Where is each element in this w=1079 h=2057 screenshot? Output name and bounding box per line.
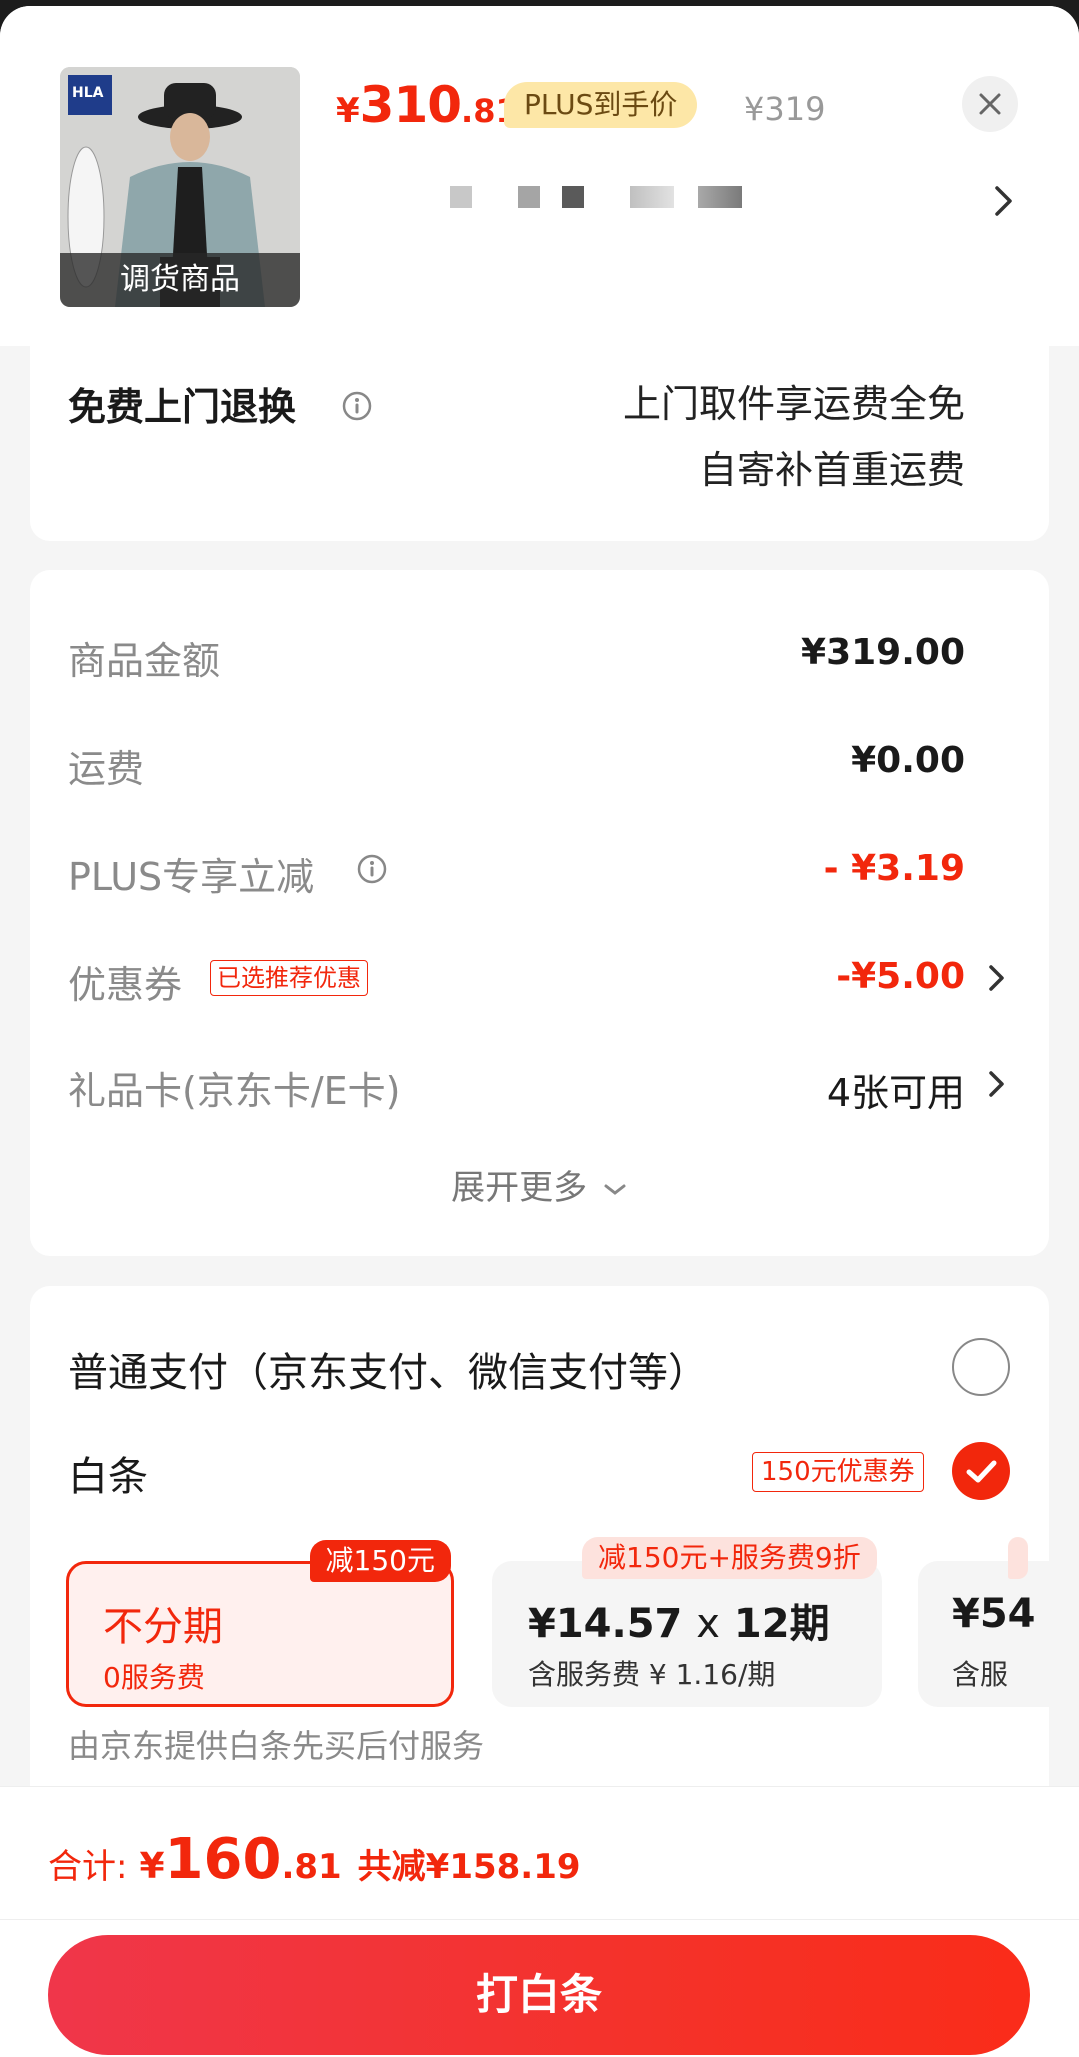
- return-line-1: 上门取件享运费全免: [622, 382, 965, 426]
- baitiao-radio-checked[interactable]: [952, 1442, 1010, 1500]
- chevron-down-icon: [604, 1184, 626, 1195]
- current-price: ¥ 310 .81: [336, 76, 518, 136]
- info-icon[interactable]: [342, 391, 372, 421]
- baitiao-label: 白条: [68, 1454, 148, 1500]
- order-confirm-sheet: HLA 调货商品 ¥ 310 .81 PLUS到手价 ¥319 免费上门退换 上…: [0, 6, 1079, 2057]
- spec-blur-block: [518, 186, 540, 208]
- brand-logo-text: HLA: [72, 85, 104, 101]
- spec-blur-block: [450, 186, 472, 208]
- shipping-value: ¥0.00: [851, 740, 965, 781]
- spec-blur-block: [630, 186, 674, 208]
- expand-more-button[interactable]: 展开更多: [30, 1160, 1049, 1209]
- total-currency: ¥: [139, 1846, 165, 1887]
- normal-payment-radio[interactable]: [952, 1338, 1010, 1396]
- giftcard-label: 礼品卡(京东卡/E卡): [68, 1069, 401, 1113]
- divider: [0, 1919, 1079, 1920]
- check-icon: [966, 1460, 997, 1483]
- plan-discount-badge: 减150元+服务费9折: [582, 1537, 877, 1579]
- plus-discount-label: PLUS专享立减: [68, 855, 315, 899]
- plan-times-sign: x: [696, 1601, 720, 1647]
- plan-title: ¥54: [952, 1591, 1036, 1637]
- amount-breakdown-card: 商品金额 ¥319.00 运费 ¥0.00 PLUS专享立减 - ¥3.19 优…: [30, 570, 1049, 1256]
- goods-amount-value: ¥319.00: [801, 632, 965, 673]
- installment-plan-more[interactable]: ¥54 含服: [918, 1537, 1049, 1707]
- plan-periods: 12期: [733, 1601, 830, 1647]
- plan-service-fee: 含服: [952, 1658, 1009, 1691]
- spec-blur-block: [698, 186, 742, 208]
- price-currency: ¥: [336, 91, 360, 131]
- plus-price-tag: PLUS到手价: [504, 82, 698, 128]
- installment-plan-12[interactable]: 减150元+服务费9折 ¥14.57 x 12期 含服务费 ¥ 1.16/期: [492, 1537, 882, 1707]
- normal-payment-label: 普通支付（京东支付、微信支付等）: [68, 1350, 708, 1396]
- total-decimal: .81: [281, 1847, 342, 1887]
- chevron-right-icon: [995, 186, 1012, 216]
- shipping-label: 运费: [68, 747, 145, 791]
- return-line-2: 自寄补首重运费: [698, 448, 965, 492]
- plan-service-fee: 0服务费: [103, 1661, 205, 1694]
- order-total: 合计: ¥ 160 .81 共减¥158.19: [48, 1827, 581, 1892]
- free-return-title: 免费上门退换: [68, 385, 297, 429]
- chevron-right-icon: [989, 965, 1004, 991]
- product-header: HLA 调货商品 ¥ 310 .81 PLUS到手价 ¥319: [0, 6, 1079, 346]
- goods-amount-label: 商品金额: [68, 639, 221, 683]
- installment-plan-none[interactable]: 减150元 不分期 0服务费: [66, 1540, 454, 1707]
- plan-service-fee: 含服务费 ¥ 1.16/期: [528, 1658, 776, 1691]
- free-return-description: 上门取件享运费全免 自寄补首重运费: [623, 371, 965, 503]
- free-return-card: 免费上门退换 上门取件享运费全免 自寄补首重运费: [30, 341, 1049, 541]
- plus-discount-value: - ¥3.19: [823, 848, 965, 889]
- close-icon: [979, 93, 1001, 115]
- info-icon[interactable]: [357, 854, 387, 884]
- product-thumbnail[interactable]: HLA 调货商品: [60, 67, 300, 307]
- spec-blur-block: [562, 186, 584, 208]
- baitiao-service-note: 由京东提供白条先买后付服务: [68, 1727, 485, 1765]
- baitiao-coupon-tag: 150元优惠券: [752, 1452, 924, 1492]
- coupon-value: -¥5.00: [836, 956, 965, 997]
- checkout-bar: 合计: ¥ 160 .81 共减¥158.19 打白条: [0, 1786, 1079, 2057]
- close-button[interactable]: [962, 76, 1018, 132]
- plan-installment-amount: ¥14.57: [528, 1601, 683, 1647]
- total-integer: 160: [164, 1827, 282, 1892]
- price-integer: 310: [359, 76, 462, 134]
- plan-title: 不分期: [103, 1604, 223, 1650]
- plan-discount-badge: [1008, 1537, 1028, 1579]
- total-label: 合计:: [48, 1847, 128, 1887]
- thumbnail-caption: 调货商品: [60, 253, 300, 307]
- original-price: ¥319: [744, 90, 826, 128]
- plan-discount-badge: 减150元: [309, 1540, 451, 1582]
- coupon-recommended-tag: 已选推荐优惠: [210, 960, 368, 996]
- expand-more-label: 展开更多: [451, 1168, 588, 1208]
- chevron-right-icon: [989, 1071, 1004, 1097]
- pay-with-baitiao-button[interactable]: 打白条: [48, 1935, 1030, 2055]
- payment-method-card: 普通支付（京东支付、微信支付等） 白条 150元优惠券 减150元 不分期 0服…: [30, 1286, 1049, 1806]
- total-saved: 共减¥158.19: [357, 1847, 581, 1887]
- giftcard-value: 4张可用: [826, 1071, 965, 1115]
- plan-title: ¥14.57 x 12期: [528, 1591, 830, 1649]
- coupon-label: 优惠券: [68, 963, 183, 1007]
